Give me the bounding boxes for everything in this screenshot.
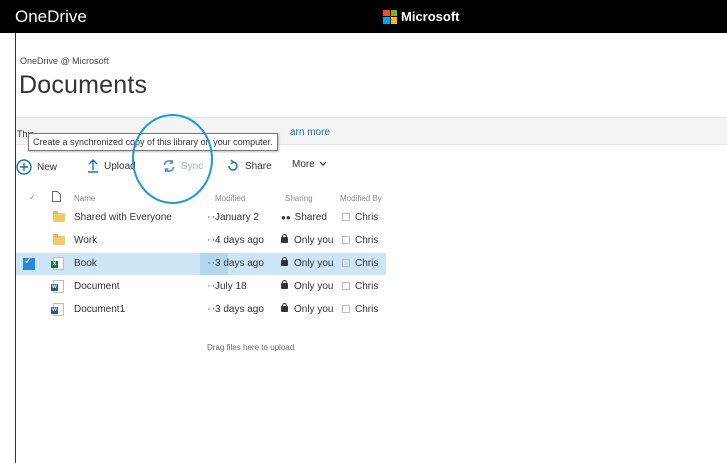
- file-modified: July 18: [215, 281, 247, 292]
- file-row-selected[interactable]: ✓ x Book ··· 3 days ago Only you Chris: [16, 253, 386, 275]
- upload-label: Upload: [104, 160, 136, 172]
- file-modified-by: Chris: [342, 212, 378, 223]
- more-button[interactable]: More: [292, 159, 327, 170]
- app-name[interactable]: OneDrive: [15, 7, 87, 27]
- file-sharing: ●● Shared: [281, 212, 327, 223]
- new-button[interactable]: New: [16, 159, 57, 175]
- more-label: More: [292, 159, 315, 170]
- row-checkbox[interactable]: [23, 235, 35, 247]
- column-header-modified[interactable]: Modified: [215, 194, 245, 203]
- row-checkbox[interactable]: [23, 212, 35, 224]
- chevron-down-icon: [319, 159, 327, 170]
- microsoft-logo[interactable]: Microsoft: [383, 9, 460, 24]
- folder-icon: [53, 234, 65, 245]
- file-name[interactable]: Document1: [74, 304, 125, 315]
- learn-more-link[interactable]: arn more: [290, 127, 330, 138]
- page-title: Documents: [19, 71, 148, 99]
- new-label: New: [37, 161, 58, 173]
- column-header-sharing[interactable]: Sharing: [285, 194, 313, 203]
- microsoft-label: Microsoft: [401, 9, 460, 24]
- file-modified: 3 days ago: [215, 304, 264, 315]
- column-header-modified-by[interactable]: Modified By: [340, 194, 382, 203]
- upload-button[interactable]: Upload: [87, 159, 136, 173]
- row-checkbox[interactable]: [23, 304, 35, 316]
- sync-highlight-ring: [132, 114, 213, 204]
- microsoft-logo-icon: [383, 9, 397, 24]
- lock-icon: [281, 280, 288, 289]
- file-name[interactable]: Work: [74, 235, 97, 246]
- file-sharing: Only you: [281, 303, 333, 315]
- file-type-header-icon: [52, 191, 61, 204]
- file-row[interactable]: w Document1 ··· 3 days ago Only you Chri…: [16, 299, 386, 321]
- plus-circle-icon: [16, 159, 32, 175]
- row-checkbox[interactable]: [23, 281, 35, 293]
- lock-icon: [281, 257, 288, 266]
- share-label: Share: [245, 160, 272, 172]
- folder-icon: [53, 211, 65, 222]
- word-file-icon: w: [51, 303, 64, 316]
- suite-bar: OneDrive Microsoft: [0, 0, 727, 33]
- file-name[interactable]: Book: [74, 258, 97, 269]
- file-modified: January 2: [215, 212, 259, 223]
- upload-arrow-icon: [87, 159, 99, 173]
- share-button[interactable]: Share: [226, 159, 272, 173]
- file-modified: 3 days ago: [215, 258, 264, 269]
- presence-icon: [342, 282, 350, 290]
- checkmark-icon: ✓: [24, 256, 33, 267]
- excel-file-icon: x: [51, 257, 64, 270]
- file-name[interactable]: Shared with Everyone: [74, 212, 172, 223]
- column-header-name[interactable]: Name: [74, 194, 95, 203]
- drop-zone-hint[interactable]: Drag files here to upload: [207, 343, 294, 352]
- presence-icon: [342, 213, 350, 221]
- select-all-checkmark-icon[interactable]: ✓: [29, 193, 36, 202]
- share-icon: [226, 159, 240, 173]
- file-row[interactable]: Shared with Everyone ··· January 2 ●● Sha…: [16, 207, 386, 229]
- file-row[interactable]: w Document ··· July 18 Only you Chris: [16, 276, 386, 298]
- breadcrumb[interactable]: OneDrive @ Microsoft: [20, 56, 109, 66]
- file-modified: 4 days ago: [215, 235, 264, 246]
- lock-icon: [281, 234, 288, 243]
- file-sharing: Only you: [281, 257, 333, 269]
- file-modified-by: Chris: [342, 281, 378, 292]
- file-row[interactable]: Work ··· 4 days ago Only you Chris: [16, 230, 386, 252]
- people-icon: ●●: [281, 213, 291, 222]
- file-sharing: Only you: [281, 234, 333, 246]
- file-modified-by: Chris: [342, 304, 378, 315]
- presence-icon: [342, 236, 350, 244]
- file-name[interactable]: Document: [74, 281, 120, 292]
- file-sharing: Only you: [281, 280, 333, 292]
- file-modified-by: Chris: [342, 235, 378, 246]
- lock-icon: [281, 303, 288, 312]
- file-modified-by: Chris: [342, 258, 378, 269]
- presence-icon: [342, 259, 350, 267]
- presence-icon: [342, 305, 350, 313]
- word-file-icon: w: [51, 280, 64, 293]
- row-checkbox-checked[interactable]: ✓: [23, 256, 35, 270]
